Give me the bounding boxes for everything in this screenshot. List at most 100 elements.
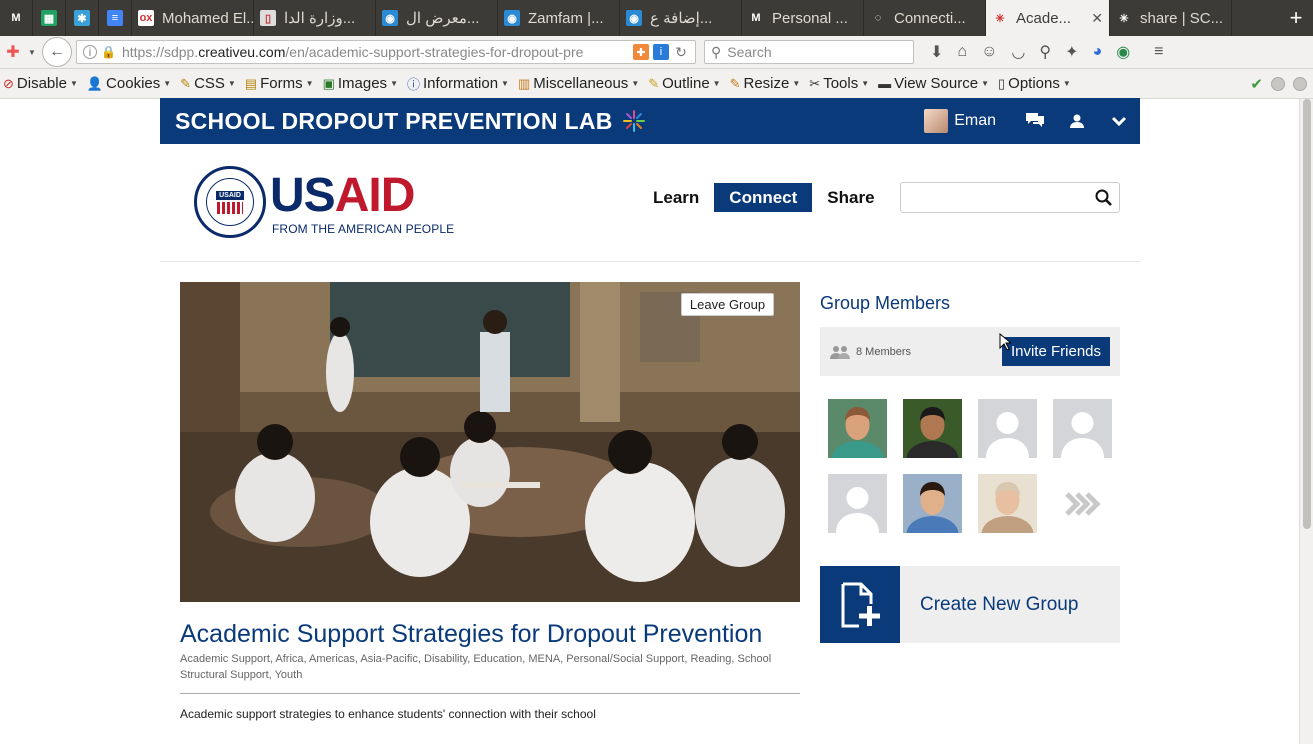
browser-tab[interactable]: ◉ إضافة ع... — [620, 0, 742, 36]
back-button[interactable]: ← — [42, 37, 72, 67]
member-avatar[interactable] — [828, 399, 887, 458]
tag-link[interactable]: Asia-Pacific — [360, 653, 417, 665]
group-members-heading: Group Members — [820, 293, 951, 313]
caret-down-icon: ▼ — [861, 79, 870, 88]
addon-dropdown-icon[interactable]: ▼ — [26, 39, 38, 65]
more-members-icon[interactable] — [1053, 474, 1112, 533]
pinned-tab[interactable]: ✱ — [66, 0, 99, 36]
browser-tab[interactable]: M Personal ... — [742, 0, 864, 36]
scroll-thumb[interactable] — [1303, 99, 1311, 529]
new-tab-button[interactable]: + — [1279, 0, 1313, 36]
menu-icon[interactable]: ≡ — [1154, 43, 1163, 61]
profile-icon[interactable] — [1056, 98, 1098, 144]
extension-icon[interactable]: ✦ — [1065, 42, 1078, 62]
devtool-menu-resize[interactable]: ✎ Resize ▼ — [730, 75, 801, 92]
devtool-menu-view-source[interactable]: ▬ View Source ▼ — [878, 75, 989, 92]
addon-badge-icon[interactable]: ✚ — [633, 44, 649, 60]
tag-link[interactable]: Reading — [690, 653, 731, 665]
tab-favicon-icon: ◉ — [626, 10, 642, 26]
search-icon[interactable] — [1095, 189, 1113, 207]
pin-icon[interactable]: ⚲ — [1039, 42, 1051, 62]
devtool-menu-cookies[interactable]: 👤 Cookies ▼ — [87, 75, 171, 92]
caret-down-icon: ▼ — [631, 79, 640, 88]
invite-friends-button[interactable]: Invite Friends — [1002, 337, 1110, 366]
member-placeholder-avatar[interactable] — [828, 474, 887, 533]
devtool-icon: ⊘ — [3, 75, 14, 91]
tab-favicon-icon: ox — [138, 10, 154, 26]
nav-share[interactable]: Share — [816, 183, 885, 212]
member-avatar[interactable] — [903, 474, 962, 533]
devtool-menu-outline[interactable]: ✎ Outline ▼ — [648, 75, 720, 92]
url-bar[interactable]: i 🔒 https://sdpp.creativeu.com/en/academ… — [76, 40, 696, 64]
devtool-menu-miscellaneous[interactable]: ▥ Miscellaneous ▼ — [518, 75, 639, 92]
valid-check-icon: ✔ — [1250, 75, 1263, 93]
devtool-label: Tools — [823, 75, 859, 92]
addon-globe-icon[interactable]: ◕ — [1093, 43, 1103, 61]
site-title[interactable]: SCHOOL DROPOUT PREVENTION LAB — [175, 108, 613, 135]
messages-icon[interactable] — [1014, 98, 1056, 144]
tag-link[interactable]: Youth — [275, 669, 303, 681]
emoji-icon[interactable]: ☺ — [981, 43, 997, 61]
member-placeholder-avatar[interactable] — [1053, 399, 1112, 458]
browser-tab[interactable]: ✳ share | SC... — [1110, 0, 1232, 36]
tab-favicon-icon: ◉ — [504, 10, 520, 26]
member-avatar[interactable] — [978, 474, 1037, 533]
tag-link[interactable]: Africa — [275, 653, 303, 665]
devtool-menu-disable[interactable]: ⊘ Disable ▼ — [3, 75, 78, 92]
page-scrollbar[interactable] — [1299, 99, 1313, 744]
chevron-down-icon[interactable] — [1098, 98, 1140, 144]
site-search-input[interactable] — [900, 182, 1120, 213]
tab-label: إضافة ع... — [650, 10, 713, 27]
devtool-menu-images[interactable]: ▣ Images ▼ — [323, 75, 398, 92]
browser-tab[interactable]: ox Mohamed El... — [132, 0, 254, 36]
info-icon[interactable]: i — [83, 45, 97, 59]
browser-tab[interactable]: ◌ Connecti... — [864, 0, 986, 36]
create-new-group-button[interactable]: Create New Group — [820, 566, 1120, 643]
usaid-seal-logo[interactable]: USAID — [194, 166, 266, 238]
tag-link[interactable]: Education — [473, 653, 522, 665]
reload-icon[interactable]: ↻ — [673, 44, 689, 60]
devtool-menu-information[interactable]: ⓘ Information ▼ — [407, 74, 509, 93]
member-placeholder-avatar[interactable] — [978, 399, 1037, 458]
tag-link[interactable]: Personal/Social Support — [566, 653, 684, 665]
addon-chrome-icon[interactable]: ◉ — [1116, 42, 1130, 62]
active-tab[interactable]: ✳ Acade... ✕ — [986, 0, 1110, 36]
tag-link[interactable]: Disability — [424, 653, 467, 665]
member-avatar[interactable] — [903, 399, 962, 458]
caret-down-icon: ▼ — [69, 79, 78, 88]
devtool-menu-tools[interactable]: ✂ Tools ▼ — [809, 75, 869, 92]
nav-connect[interactable]: Connect — [714, 183, 813, 212]
home-icon[interactable]: ⌂ — [957, 43, 967, 61]
devtool-label: Forms — [260, 75, 303, 92]
pinned-tab[interactable]: ≡ — [99, 0, 132, 36]
site-header: SCHOOL DROPOUT PREVENTION LAB Eman — [160, 98, 1140, 144]
tag-link[interactable]: MENA — [528, 653, 560, 665]
browser-search-input[interactable]: ⚲ Search — [704, 40, 914, 64]
pinned-tab[interactable]: M — [0, 0, 33, 36]
tab-favicon-icon: ▦ — [41, 10, 57, 26]
leave-group-button[interactable]: Leave Group — [681, 293, 774, 316]
download-icon[interactable]: ⬇ — [930, 42, 943, 62]
info-badge-icon[interactable]: i — [653, 44, 669, 60]
devtool-icon: ▬ — [878, 76, 892, 91]
devtool-label: Outline — [662, 75, 710, 92]
usaid-wordmark[interactable]: USAID — [270, 172, 415, 220]
browser-tab[interactable]: ◉ Zamfam |... — [498, 0, 620, 36]
pocket-icon[interactable]: ◡ — [1011, 42, 1025, 62]
nav-learn[interactable]: Learn — [642, 183, 710, 212]
tag-link[interactable]: Americas — [309, 653, 355, 665]
user-name[interactable]: Eman — [954, 112, 996, 130]
pinned-tab[interactable]: ▦ — [33, 0, 66, 36]
close-tab-icon[interactable]: ✕ — [1085, 10, 1103, 27]
devtool-menu-forms[interactable]: ▤ Forms ▼ — [245, 75, 314, 92]
browser-tab[interactable]: ▯ وزارة الدا... — [254, 0, 376, 36]
devtool-menu-css[interactable]: ✎ CSS ▼ — [180, 75, 236, 92]
user-avatar[interactable] — [924, 109, 949, 133]
caret-down-icon: ▼ — [163, 79, 172, 88]
devtool-icon: ⓘ — [406, 77, 420, 92]
browser-tab[interactable]: ◉ معرض ال... — [376, 0, 498, 36]
addon-icon[interactable]: ✚ — [0, 39, 26, 65]
tag-link[interactable]: Academic Support — [180, 653, 270, 665]
devtool-menu-options[interactable]: ▯ Options ▼ — [998, 75, 1071, 92]
classroom-photo — [180, 282, 800, 602]
